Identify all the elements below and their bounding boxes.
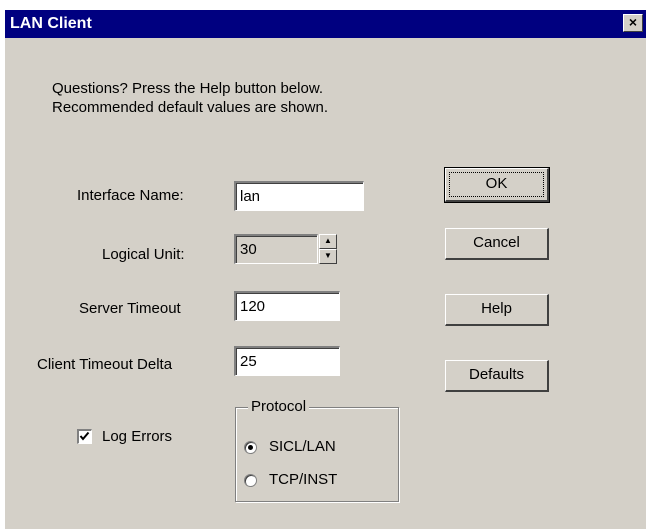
intro-line-2: Recommended default values are shown. (52, 99, 328, 116)
help-button[interactable]: Help (445, 294, 549, 326)
window-title: LAN Client (10, 15, 92, 32)
cancel-button[interactable]: Cancel (445, 228, 549, 260)
protocol-groupbox: Protocol SICL/LAN TCP/INST (235, 398, 399, 502)
radio-selected-dot (248, 445, 253, 450)
defaults-button[interactable]: Defaults (445, 360, 549, 392)
close-icon: × (628, 14, 638, 30)
client-timeout-delta-field[interactable]: 25 (234, 346, 340, 376)
server-timeout-label: Server Timeout (79, 300, 181, 317)
server-timeout-field[interactable]: 120 (234, 291, 340, 321)
interface-name-label: Interface Name: (77, 187, 184, 204)
interface-name-field[interactable]: lan (234, 181, 364, 211)
log-errors-label: Log Errors (102, 428, 173, 445)
ok-button-label: OK (449, 172, 544, 197)
logical-unit-spinner[interactable]: ▲ ▼ (319, 234, 337, 264)
ok-button[interactable]: OK (444, 167, 550, 203)
close-button[interactable]: × (623, 14, 643, 32)
protocol-group-title: Protocol (248, 398, 310, 416)
spin-down-icon[interactable]: ▼ (319, 249, 337, 264)
title-bar[interactable]: LAN Client × (5, 10, 646, 38)
spin-up-icon[interactable]: ▲ (319, 234, 337, 249)
sicl-lan-label[interactable]: SICL/LAN (269, 438, 336, 456)
sicl-lan-radio[interactable] (244, 441, 257, 454)
client-timeout-delta-label: Client Timeout Delta (37, 356, 173, 373)
logical-unit-label: Logical Unit: (102, 246, 185, 263)
checkmark-icon (79, 431, 90, 441)
intro-line-1: Questions? Press the Help button below. (52, 80, 323, 97)
log-errors-checkbox[interactable] (77, 429, 92, 444)
tcp-inst-radio[interactable] (244, 474, 257, 487)
tcp-inst-label[interactable]: TCP/INST (269, 471, 337, 489)
logical-unit-field[interactable]: 30 (234, 234, 318, 264)
lan-client-dialog: LAN Client × Questions? Press the Help b… (5, 10, 646, 529)
